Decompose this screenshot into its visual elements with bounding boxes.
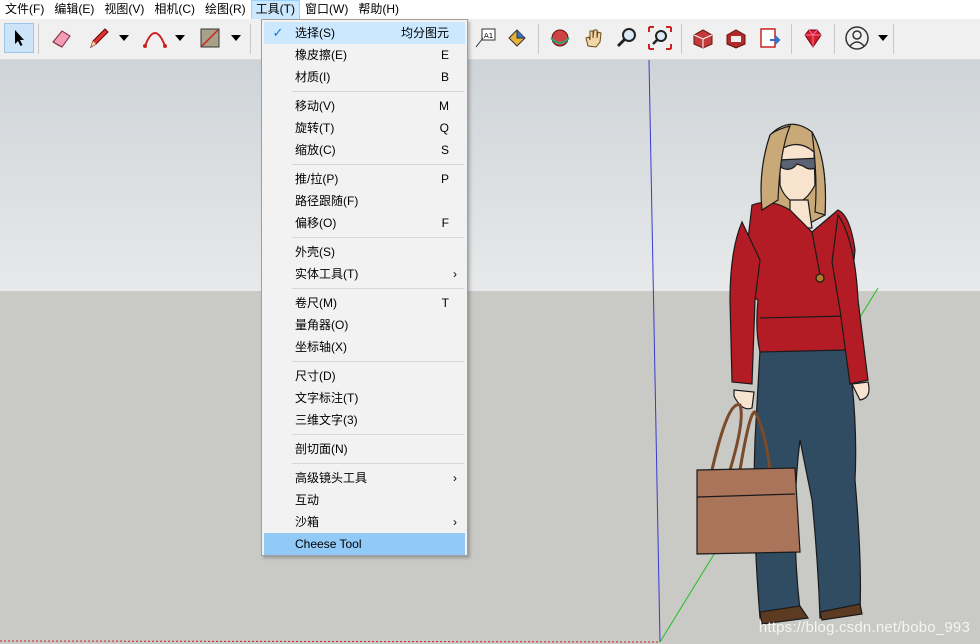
menu-item-label: 缩放(C)	[295, 143, 336, 157]
menu-item-label: Cheese Tool	[295, 537, 362, 551]
menu-item-shortcut: T	[441, 296, 449, 310]
menu-item-label: 橡皮擦(E)	[295, 48, 347, 62]
menu-item-rotate[interactable]: 旋转(T) Q	[264, 117, 465, 139]
menu-item-push-pull[interactable]: 推/拉(P) P	[264, 168, 465, 190]
menu-item-advanced-camera-tools[interactable]: 高级镜头工具 ›	[264, 467, 465, 489]
menu-item-label: 互动	[295, 493, 320, 507]
menu-item-label: 剖切面(N)	[295, 442, 348, 456]
menu-item-3d-text[interactable]: 三维文字(3)	[264, 409, 465, 431]
menu-item-label: 实体工具(T)	[295, 267, 359, 281]
menu-item-scale[interactable]: 缩放(C) S	[264, 139, 465, 161]
menu-separator	[292, 91, 464, 92]
menu-item-shortcut: E	[440, 48, 449, 62]
viewport-scene[interactable]	[0, 0, 980, 644]
menu-item-text[interactable]: 文字标注(T)	[264, 387, 465, 409]
blue-axis-line	[648, 59, 661, 643]
menu-item-label: 偏移(O)	[295, 216, 337, 230]
menu-separator	[292, 288, 464, 289]
menu-item-outer-shell[interactable]: 外壳(S)	[264, 241, 465, 263]
menu-separator	[292, 237, 464, 238]
menu-item-axes[interactable]: 坐标轴(X)	[264, 336, 465, 358]
check-icon: ✓	[272, 25, 284, 40]
menu-item-protractor[interactable]: 量角器(O)	[264, 314, 465, 336]
menu-item-sandbox[interactable]: 沙箱 ›	[264, 511, 465, 533]
person-figure[interactable]	[696, 123, 870, 625]
menu-item-label: 坐标轴(X)	[295, 340, 347, 354]
menu-item-move[interactable]: 移动(V) M	[264, 95, 465, 117]
menu-item-interact[interactable]: 互动	[264, 489, 465, 511]
menu-item-label: 沙箱	[295, 515, 320, 529]
menu-item-label: 文字标注(T)	[295, 391, 359, 405]
menu-item-select[interactable]: ✓ 选择(S) 均分图元	[264, 22, 465, 44]
menu-item-tape-measure[interactable]: 卷尺(M) T	[264, 292, 465, 314]
menu-separator	[292, 463, 464, 464]
menu-item-offset[interactable]: 偏移(O) F	[264, 212, 465, 234]
menu-item-label: 推/拉(P)	[295, 172, 339, 186]
menu-item-material[interactable]: 材质(I) B	[264, 66, 465, 88]
menu-separator	[292, 434, 464, 435]
menu-separator	[292, 164, 464, 165]
submenu-arrow-icon: ›	[453, 267, 457, 281]
submenu-arrow-icon: ›	[453, 471, 457, 485]
menu-item-shortcut: 均分图元	[400, 26, 449, 40]
red-axis-line	[0, 640, 661, 643]
menu-item-follow-me[interactable]: 路径跟随(F)	[264, 190, 465, 212]
menu-item-eraser[interactable]: 橡皮擦(E) E	[264, 44, 465, 66]
menu-item-shortcut: F	[441, 216, 449, 230]
menu-item-label: 三维文字(3)	[295, 413, 358, 427]
menu-item-label: 外壳(S)	[295, 245, 335, 259]
menu-item-shortcut: P	[440, 172, 449, 186]
menu-item-solid-tools[interactable]: 实体工具(T) ›	[264, 263, 465, 285]
menu-item-label: 量角器(O)	[295, 318, 349, 332]
menu-item-label: 路径跟随(F)	[295, 194, 359, 208]
menu-separator	[292, 361, 464, 362]
watermark-text: https://blog.csdn.net/bobo_993	[758, 619, 970, 636]
menu-item-label: 移动(V)	[295, 99, 335, 113]
menu-item-section-plane[interactable]: 剖切面(N)	[264, 438, 465, 460]
menu-item-shortcut: Q	[439, 121, 449, 135]
tools-dropdown-menu: ✓ 选择(S) 均分图元 橡皮擦(E) E 材质(I) B 移动(V) M 旋转…	[261, 19, 468, 556]
menu-item-dimensions[interactable]: 尺寸(D)	[264, 365, 465, 387]
menu-item-cheese-tool[interactable]: Cheese Tool	[264, 533, 465, 555]
menu-item-label: 尺寸(D)	[295, 369, 336, 383]
submenu-arrow-icon: ›	[453, 515, 457, 529]
menu-item-label: 材质(I)	[295, 70, 331, 84]
menu-item-label: 旋转(T)	[295, 121, 335, 135]
menu-item-label: 选择(S)	[295, 26, 335, 40]
menu-item-label: 卷尺(M)	[295, 296, 337, 310]
menu-item-label: 高级镜头工具	[295, 471, 368, 485]
menu-item-shortcut: S	[440, 143, 449, 157]
menu-item-shortcut: B	[440, 70, 449, 84]
menu-item-shortcut: M	[439, 99, 449, 113]
